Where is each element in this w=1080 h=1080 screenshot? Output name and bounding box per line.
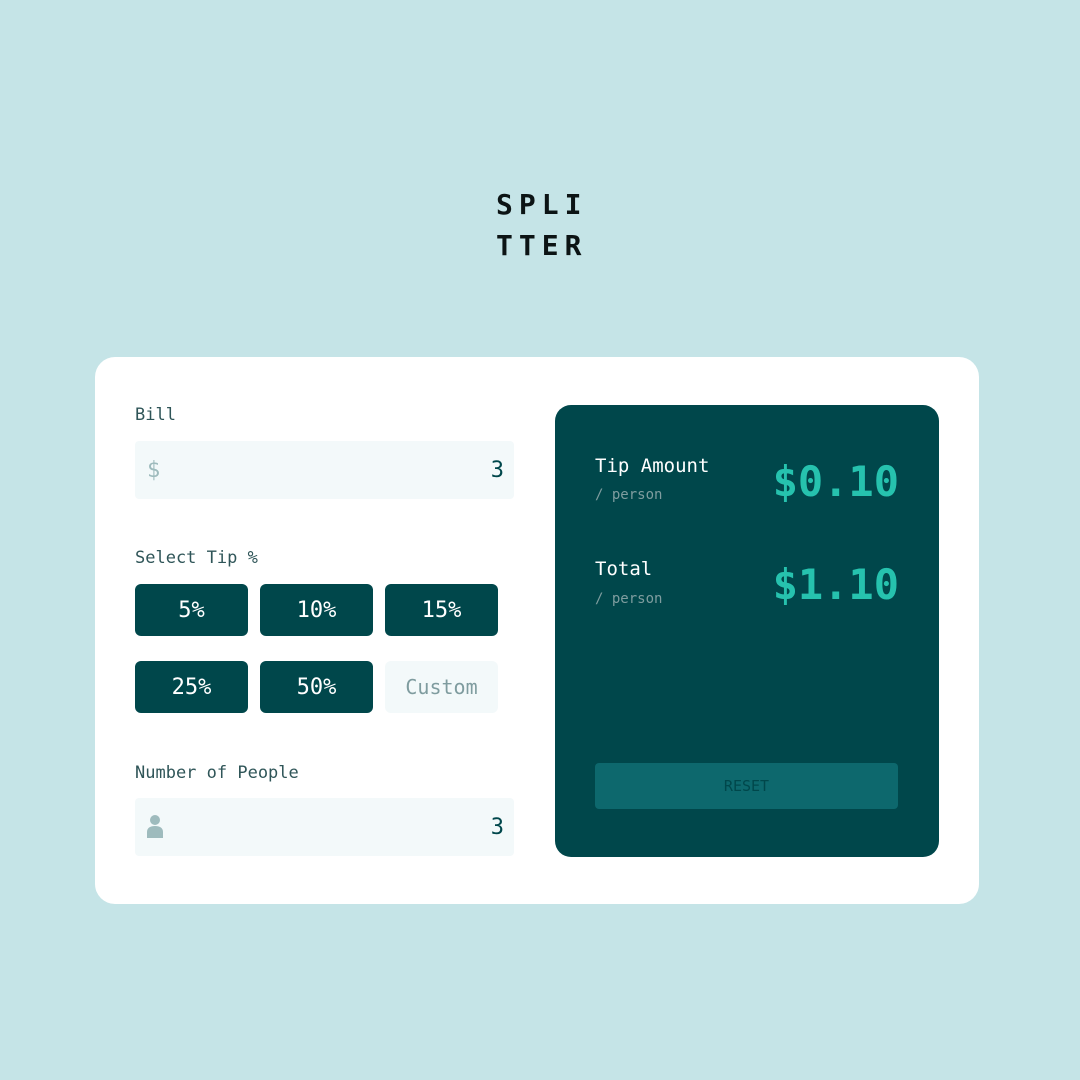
reset-button[interactable]: RESET — [595, 763, 898, 809]
people-input[interactable]: 3 — [135, 798, 514, 856]
tip-button-15[interactable]: 15% — [385, 584, 498, 636]
tip-amount-value: $0.10 — [772, 457, 899, 506]
tip-button-5[interactable]: 5% — [135, 584, 248, 636]
total-value: $1.10 — [772, 560, 899, 609]
tip-amount-per-person: / person — [595, 487, 663, 503]
select-tip-label: Select Tip % — [135, 548, 258, 568]
tip-button-50[interactable]: 50% — [260, 661, 373, 713]
total-per-person: / person — [595, 591, 663, 607]
dollar-icon: $ — [147, 457, 161, 483]
logo-line-2: TTER — [496, 229, 588, 262]
people-input-value: 3 — [490, 814, 504, 840]
app-logo: SPLI TTER — [496, 184, 596, 266]
people-label: Number of People — [135, 763, 299, 783]
person-icon — [147, 798, 163, 856]
calculator-card: Bill $ 3 Select Tip % 5% 10% 15% 25% 50%… — [95, 357, 979, 904]
bill-label: Bill — [135, 405, 176, 425]
bill-input-value: 3 — [490, 457, 504, 483]
tip-button-25[interactable]: 25% — [135, 661, 248, 713]
tip-custom-input[interactable]: Custom — [385, 661, 498, 713]
tip-amount-label: Tip Amount — [595, 455, 710, 477]
total-label: Total — [595, 558, 653, 580]
bill-input[interactable]: $ 3 — [135, 441, 514, 499]
logo-line-1: SPLI — [496, 188, 588, 221]
results-panel: Tip Amount / person $0.10 Total / person… — [555, 405, 939, 857]
tip-button-10[interactable]: 10% — [260, 584, 373, 636]
